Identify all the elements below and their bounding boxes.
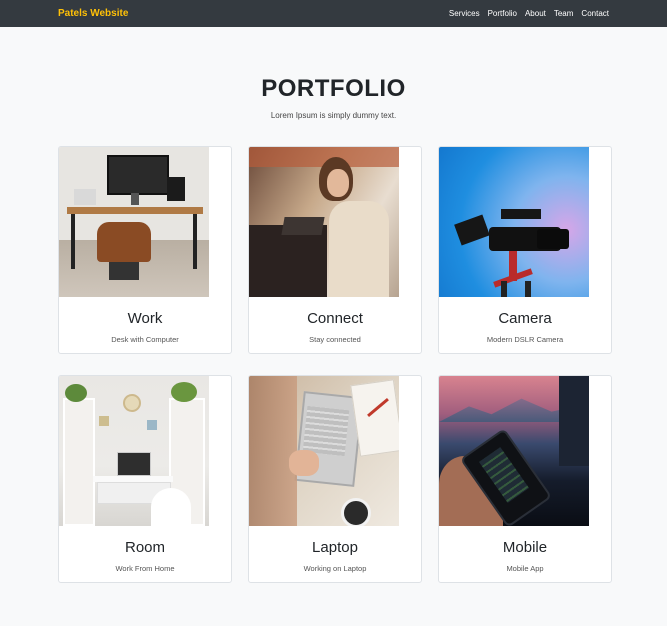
portfolio-card-room[interactable]: Room Work From Home [58, 375, 232, 583]
nav-link-team[interactable]: Team [554, 9, 574, 18]
nav-links: Services Portfolio About Team Contact [449, 9, 609, 18]
woman-laptop-image [249, 147, 399, 297]
nav-link-about[interactable]: About [525, 9, 546, 18]
card-title: Camera [498, 310, 552, 327]
portfolio-card-connect[interactable]: Connect Stay connected [248, 146, 422, 354]
navbar: Patels Website Services Portfolio About … [0, 0, 667, 27]
card-text: Modern DSLR Camera [486, 335, 564, 344]
portfolio-grid: Work Desk with Computer Connect Stay con… [58, 146, 612, 583]
card-text: Mobile App [506, 564, 544, 573]
nav-link-contact[interactable]: Contact [581, 9, 609, 18]
laptop-image [249, 376, 399, 526]
card-text: Desk with Computer [111, 335, 179, 344]
mobile-image [439, 376, 589, 526]
page-subtitle: Lorem Ipsum is simply dummy text. [270, 111, 397, 120]
portfolio-card-laptop[interactable]: Laptop Working on Laptop [248, 375, 422, 583]
card-text: Work From Home [115, 564, 175, 573]
portfolio-header: PORTFOLIO Lorem Ipsum is simply dummy te… [0, 75, 667, 120]
room-image [59, 376, 209, 526]
camera-image [439, 147, 589, 297]
nav-link-services[interactable]: Services [449, 9, 480, 18]
card-title: Connect [307, 310, 363, 327]
card-title: Mobile [502, 539, 548, 556]
brand-link[interactable]: Patels Website [58, 8, 128, 19]
card-text: Working on Laptop [303, 564, 367, 573]
page-title: PORTFOLIO [261, 75, 406, 102]
portfolio-card-work[interactable]: Work Desk with Computer [58, 146, 232, 354]
card-title: Room [124, 539, 165, 556]
card-title: Work [127, 310, 163, 327]
card-title: Laptop [312, 539, 358, 556]
portfolio-card-mobile[interactable]: Mobile Mobile App [438, 375, 612, 583]
nav-link-portfolio[interactable]: Portfolio [488, 9, 517, 18]
portfolio-card-camera[interactable]: Camera Modern DSLR Camera [438, 146, 612, 354]
card-text: Stay connected [309, 335, 361, 344]
desk-image [59, 147, 209, 297]
